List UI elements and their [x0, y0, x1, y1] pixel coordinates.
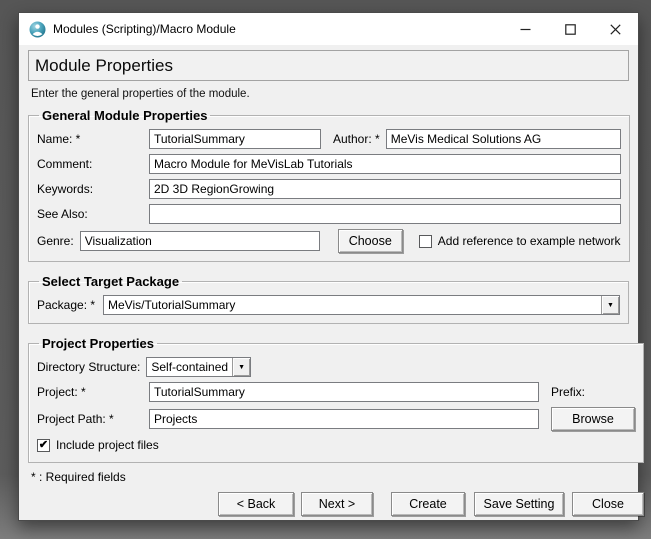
keywords-input[interactable]: [149, 179, 621, 199]
name-input[interactable]: [149, 129, 321, 149]
next-button[interactable]: Next >: [301, 492, 373, 516]
save-setting-button[interactable]: Save Setting: [474, 492, 564, 516]
author-input[interactable]: [386, 129, 621, 149]
title-bar: Modules (Scripting)/Macro Module: [19, 13, 638, 45]
dialog-content: Module Properties Enter the general prop…: [19, 45, 638, 520]
maximize-button[interactable]: [548, 13, 593, 45]
project-row: Project: * Prefix:: [37, 382, 635, 402]
general-module-properties-group: General Module Properties Name: * Author…: [28, 108, 630, 262]
keywords-label: Keywords:: [37, 182, 149, 196]
include-project-files-checkbox[interactable]: ✔ Include project files: [37, 438, 159, 452]
add-reference-checkbox-box[interactable]: [419, 235, 432, 248]
directory-structure-value[interactable]: Self-contained: [147, 358, 232, 376]
project-path-input[interactable]: [149, 409, 539, 429]
see-also-row: See Also:: [37, 204, 621, 224]
package-row: Package: * MeVis/TutorialSummary ▼: [37, 295, 620, 315]
create-button[interactable]: Create: [391, 492, 465, 516]
genre-input[interactable]: [80, 231, 320, 251]
project-properties-group: Project Properties Directory Structure: …: [28, 336, 644, 463]
comment-label: Comment:: [37, 157, 149, 171]
package-label: Package: *: [37, 298, 103, 312]
genre-label: Genre:: [37, 234, 74, 248]
package-group-legend: Select Target Package: [39, 274, 182, 289]
mevislab-logo-icon: [29, 21, 46, 38]
directory-structure-row: Directory Structure: Self-contained ▼: [37, 357, 635, 377]
chevron-down-icon[interactable]: ▼: [232, 358, 250, 376]
genre-row: Genre: Choose Add reference to example n…: [37, 229, 621, 253]
comment-input[interactable]: [149, 154, 621, 174]
name-label: Name: *: [37, 132, 149, 146]
close-dialog-button[interactable]: Close: [572, 492, 644, 516]
add-reference-checkbox[interactable]: Add reference to example network: [419, 234, 621, 248]
required-fields-note: * : Required fields: [31, 470, 629, 484]
back-button[interactable]: < Back: [218, 492, 294, 516]
directory-structure-label: Directory Structure:: [37, 360, 140, 374]
add-reference-label: Add reference to example network: [438, 234, 621, 248]
page-title: Module Properties: [35, 56, 173, 76]
window-title: Modules (Scripting)/Macro Module: [53, 22, 236, 36]
directory-structure-combobox[interactable]: Self-contained ▼: [146, 357, 251, 377]
see-also-input[interactable]: [149, 204, 621, 224]
project-path-label: Project Path: *: [37, 412, 149, 426]
package-combobox-value[interactable]: MeVis/TutorialSummary: [104, 296, 601, 314]
include-project-files-row: ✔ Include project files: [37, 438, 635, 452]
caption-buttons: [503, 13, 638, 45]
page-title-box: Module Properties: [28, 50, 629, 81]
prefix-label: Prefix:: [551, 385, 585, 399]
include-project-files-checkbox-box[interactable]: ✔: [37, 439, 50, 452]
name-author-row: Name: * Author: *: [37, 129, 621, 149]
comment-row: Comment:: [37, 154, 621, 174]
project-label: Project: *: [37, 385, 149, 399]
project-input[interactable]: [149, 382, 539, 402]
select-target-package-group: Select Target Package Package: * MeVis/T…: [28, 274, 629, 324]
project-group-legend: Project Properties: [39, 336, 157, 351]
module-wizard-dialog: Modules (Scripting)/Macro Module Module …: [18, 12, 639, 521]
project-path-row: Project Path: * Browse: [37, 407, 635, 431]
author-label: Author: *: [333, 132, 380, 146]
page-subtitle: Enter the general properties of the modu…: [31, 88, 629, 100]
package-combobox[interactable]: MeVis/TutorialSummary ▼: [103, 295, 620, 315]
close-button[interactable]: [593, 13, 638, 45]
see-also-label: See Also:: [37, 207, 149, 221]
keywords-row: Keywords:: [37, 179, 621, 199]
wizard-buttons: < Back Next > Create Save Setting Close: [28, 492, 629, 516]
choose-genre-button[interactable]: Choose: [338, 229, 403, 253]
minimize-button[interactable]: [503, 13, 548, 45]
include-project-files-label: Include project files: [56, 438, 159, 452]
general-group-legend: General Module Properties: [39, 108, 210, 123]
browse-button[interactable]: Browse: [551, 407, 635, 431]
chevron-down-icon[interactable]: ▼: [601, 296, 619, 314]
